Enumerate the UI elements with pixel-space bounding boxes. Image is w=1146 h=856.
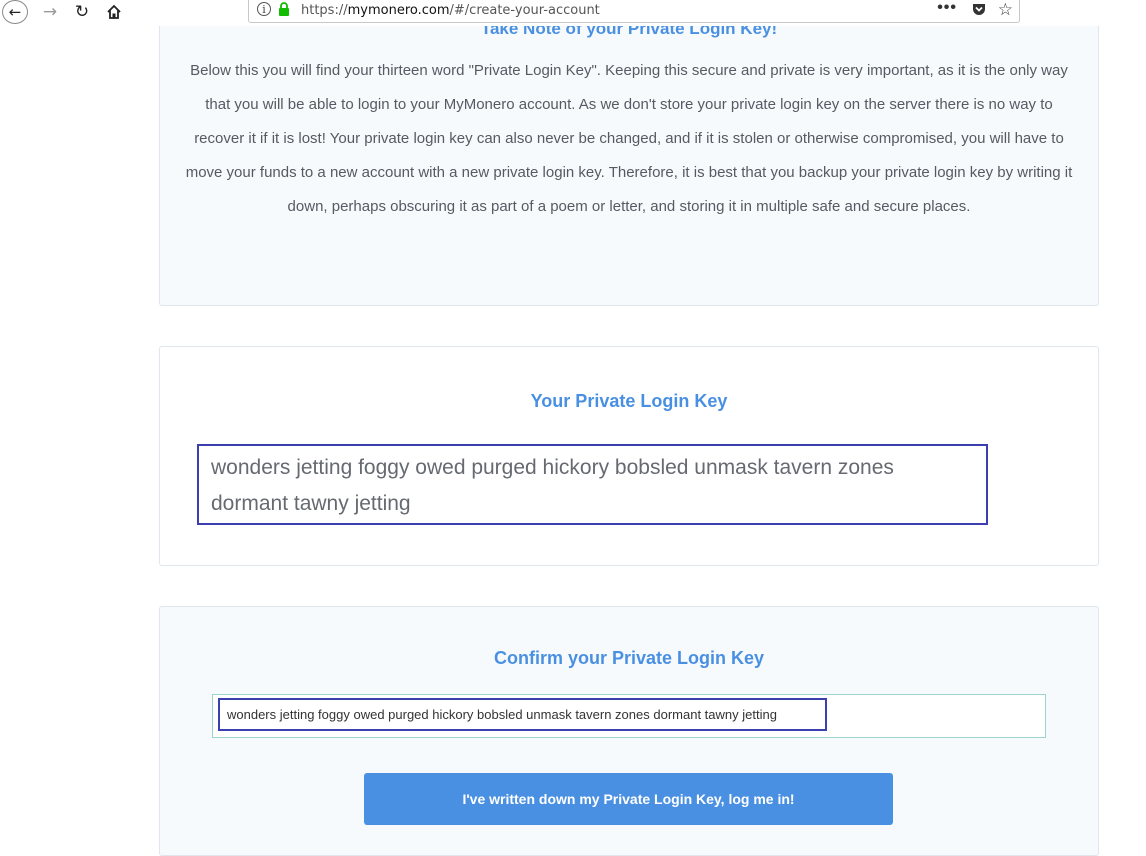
star-icon[interactable]: ☆ <box>998 0 1013 20</box>
url-text[interactable]: https://mymonero.com/#/create-your-accou… <box>301 3 600 18</box>
confirm-card: Confirm your Private Login Key wonders j… <box>159 606 1099 856</box>
lock-icon <box>279 2 289 16</box>
confirm-key-input-value[interactable]: wonders jetting foggy owed purged hickor… <box>218 698 827 731</box>
address-bar[interactable]: i https://mymonero.com/#/create-your-acc… <box>248 0 1020 23</box>
browser-toolbar: ← → ↻ i https://mymonero.com/#/create-yo… <box>0 0 1146 26</box>
home-icon-graphic <box>107 4 121 19</box>
back-icon[interactable]: ← <box>2 0 28 24</box>
login-button[interactable]: I've written down my Private Login Key, … <box>364 773 893 825</box>
private-key-text: wonders jetting foggy owed purged hickor… <box>197 444 988 525</box>
confirm-key-input[interactable]: wonders jetting foggy owed purged hickor… <box>212 694 1046 738</box>
private-key-card: Your Private Login Key wonders jetting f… <box>159 346 1099 566</box>
info-icon[interactable]: i <box>257 2 271 16</box>
url-path: /#/create-your-account <box>449 3 600 18</box>
more-icon[interactable]: ••• <box>937 0 957 17</box>
confirm-title: Confirm your Private Login Key <box>493 648 765 668</box>
forward-icon[interactable]: → <box>36 0 64 24</box>
pocket-icon[interactable] <box>972 3 986 16</box>
note-text: Below this you will find your thirteen w… <box>185 62 1073 215</box>
note-card: Take Note of your Private Login Key! Bel… <box>159 0 1099 306</box>
home-icon[interactable] <box>100 0 128 24</box>
url-host: mymonero.com <box>347 3 450 18</box>
private-key-title: Your Private Login Key <box>530 391 728 411</box>
reload-icon[interactable]: ↻ <box>68 0 96 24</box>
url-prefix: https:// <box>301 3 348 18</box>
